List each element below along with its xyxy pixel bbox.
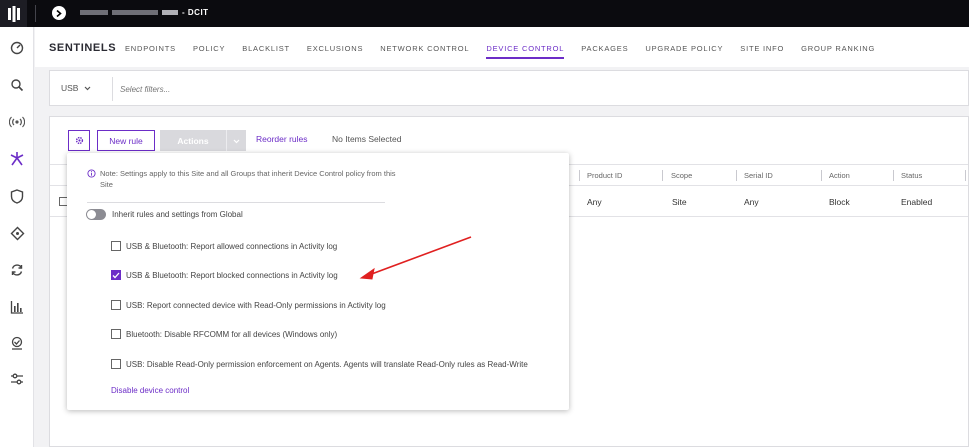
column-header-serial-id[interactable]: Serial ID xyxy=(744,171,773,180)
column-divider xyxy=(736,170,737,181)
redacted-text xyxy=(112,10,158,16)
option-report-readonly[interactable]: USB: Report connected device with Read-O… xyxy=(111,299,386,311)
tab-device-control[interactable]: DEVICE CONTROL xyxy=(486,44,565,59)
new-rule-button[interactable]: New rule xyxy=(97,130,155,151)
cell-scope: Site xyxy=(672,197,687,207)
tab-site-info[interactable]: SITE INFO xyxy=(740,44,784,59)
column-divider xyxy=(965,170,966,181)
top-bar: - DCIT xyxy=(0,0,969,27)
nav-activity[interactable] xyxy=(5,110,29,134)
network-icon xyxy=(10,226,24,240)
settings-button[interactable] xyxy=(68,130,90,151)
chevron-down-icon xyxy=(84,86,91,91)
tab-upgrade-policy[interactable]: UPGRADE POLICY xyxy=(645,44,723,59)
option-disable-rfcomm[interactable]: Bluetooth: Disable RFCOMM for all device… xyxy=(111,328,337,340)
nav-threats[interactable] xyxy=(5,184,29,208)
filter-bar: USB xyxy=(49,70,969,106)
broadcast-icon xyxy=(9,116,25,128)
column-divider xyxy=(893,170,894,181)
chevron-down-icon xyxy=(227,136,246,146)
sentinelone-logo-icon xyxy=(7,5,20,22)
column-header-action[interactable]: Action xyxy=(829,171,850,180)
tab-packages[interactable]: PACKAGES xyxy=(581,44,628,59)
tab-network-control[interactable]: NETWORK CONTROL xyxy=(380,44,469,59)
logo[interactable] xyxy=(0,0,27,27)
nav-dashboard[interactable] xyxy=(5,36,29,60)
column-header-scope[interactable]: Scope xyxy=(671,171,692,180)
option-checkbox[interactable] xyxy=(111,241,121,251)
option-checkbox[interactable] xyxy=(111,329,121,339)
option-label: USB: Report connected device with Read-O… xyxy=(126,300,386,310)
option-checkbox[interactable] xyxy=(111,300,121,310)
tab-bar: ENDPOINTS POLICY BLACKLIST EXCLUSIONS NE… xyxy=(125,44,875,59)
column-header-status[interactable]: Status xyxy=(901,171,922,180)
nav-settings[interactable] xyxy=(5,367,29,391)
inherit-toggle-label: Inherit rules and settings from Global xyxy=(112,210,243,219)
settings-sliders-icon xyxy=(11,373,23,385)
shield-icon xyxy=(10,188,24,204)
nav-sync[interactable] xyxy=(5,258,29,282)
nav-network[interactable] xyxy=(5,221,29,245)
divider xyxy=(87,202,385,203)
tab-group-ranking[interactable]: GROUP RANKING xyxy=(801,44,875,59)
actions-label: Actions xyxy=(177,135,209,146)
cell-status: Enabled xyxy=(901,197,933,207)
column-header-product-id[interactable]: Product ID xyxy=(587,171,622,180)
page-header: SENTINELS ENDPOINTS POLICY BLACKLIST EXC… xyxy=(35,27,969,67)
disable-device-control-link[interactable]: Disable device control xyxy=(111,386,189,395)
sync-icon xyxy=(11,264,23,276)
option-report-blocked[interactable]: USB & Bluetooth: Report blocked connecti… xyxy=(111,269,338,281)
nav-packages[interactable] xyxy=(5,331,29,355)
device-control-settings-popover: Note: Settings apply to this Site and al… xyxy=(67,153,569,410)
toggle-knob xyxy=(87,210,96,219)
inherit-toggle[interactable] xyxy=(86,209,106,220)
settings-note: Note: Settings apply to this Site and al… xyxy=(100,169,396,189)
filter-input[interactable] xyxy=(120,79,420,99)
site-breadcrumb[interactable]: - DCIT xyxy=(80,8,209,17)
nav-search[interactable] xyxy=(5,73,29,97)
option-label: Bluetooth: Disable RFCOMM for all device… xyxy=(126,329,338,339)
filter-divider xyxy=(112,77,113,101)
option-checkbox[interactable] xyxy=(111,359,121,369)
package-icon xyxy=(11,336,23,350)
page-title: SENTINELS xyxy=(49,42,117,54)
option-report-allowed[interactable]: USB & Bluetooth: Report allowed connecti… xyxy=(111,240,337,252)
cell-action: Block xyxy=(829,197,850,207)
option-label: USB & Bluetooth: Report allowed connecti… xyxy=(126,241,338,251)
expand-menu-button[interactable] xyxy=(52,6,66,20)
topbar-divider xyxy=(35,5,36,22)
column-divider xyxy=(821,170,822,181)
column-divider xyxy=(579,170,580,181)
info-icon xyxy=(87,169,96,178)
option-label: USB: Disable Read-Only permission enforc… xyxy=(126,359,528,369)
nav-reports[interactable] xyxy=(5,295,29,319)
actions-dropdown[interactable]: Actions xyxy=(160,130,246,151)
tab-policy[interactable]: POLICY xyxy=(193,44,225,59)
reorder-rules-link[interactable]: Reorder rules xyxy=(256,134,308,144)
interface-select[interactable]: USB xyxy=(61,83,91,93)
tab-endpoints[interactable]: ENDPOINTS xyxy=(125,44,176,59)
left-navigation xyxy=(0,27,34,447)
checkmark-icon xyxy=(112,272,120,278)
dashboard-icon xyxy=(10,41,24,55)
cell-serial-id: Any xyxy=(744,197,759,207)
interface-select-value: USB xyxy=(61,83,79,93)
option-label: USB & Bluetooth: Report blocked connecti… xyxy=(126,270,338,280)
nav-sentinels[interactable] xyxy=(5,147,29,171)
redacted-text xyxy=(162,10,178,16)
reports-icon xyxy=(10,301,23,314)
tab-blacklist[interactable]: BLACKLIST xyxy=(242,44,290,59)
chevron-right-icon xyxy=(56,9,62,17)
sentinels-icon xyxy=(10,152,24,166)
option-checkbox[interactable] xyxy=(111,270,121,280)
redacted-text xyxy=(80,10,108,16)
column-divider xyxy=(662,170,663,181)
selection-status: No Items Selected xyxy=(332,134,402,144)
gear-icon xyxy=(75,136,83,145)
tab-exclusions[interactable]: EXCLUSIONS xyxy=(307,44,363,59)
option-disable-readonly-enforcement[interactable]: USB: Disable Read-Only permission enforc… xyxy=(111,358,528,370)
site-suffix: - DCIT xyxy=(182,8,209,17)
cell-product-id: Any xyxy=(587,197,602,207)
search-icon xyxy=(11,79,24,92)
